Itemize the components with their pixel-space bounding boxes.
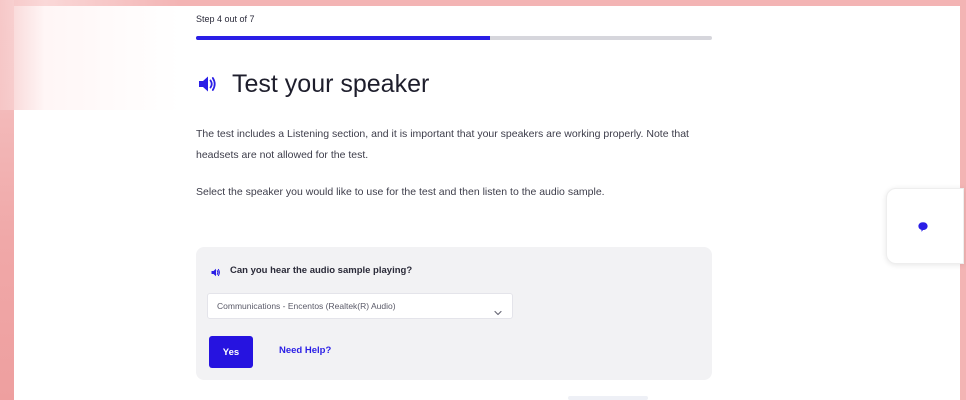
background-left-fade (0, 0, 180, 110)
intro-paragraph: The test includes a Listening section, a… (196, 128, 689, 161)
step-indicator: Step 4 out of 7 (196, 14, 255, 24)
chat-widget-button[interactable] (886, 188, 964, 264)
speaker-icon (196, 73, 218, 95)
bottom-scroll-hint (568, 396, 648, 400)
yes-button[interactable]: Yes (209, 336, 253, 368)
speaker-select-value: Communications - Encentos (Realtek(R) Au… (217, 301, 396, 311)
question-row: Can you hear the audio sample playing? (210, 263, 412, 277)
audio-question: Can you hear the audio sample playing? (230, 264, 413, 276)
title-row: Test your speaker (196, 66, 429, 102)
speaker-test-card: Can you hear the audio sample playing? C… (196, 247, 712, 380)
chat-bubble-icon (917, 220, 929, 232)
page-title: Test your speaker (232, 69, 430, 98)
instruction-paragraph: Select the speaker you would like to use… (196, 186, 605, 198)
speaker-select[interactable]: Communications - Encentos (Realtek(R) Au… (207, 293, 513, 319)
progress-bar-fill (196, 36, 491, 40)
speaker-icon (210, 265, 221, 276)
chevron-down-icon (494, 303, 502, 316)
need-help-link[interactable]: Need Help? (279, 345, 331, 356)
main-content: Step 4 out of 7 Test your speaker The te… (196, 0, 714, 400)
progress-bar (196, 36, 712, 40)
